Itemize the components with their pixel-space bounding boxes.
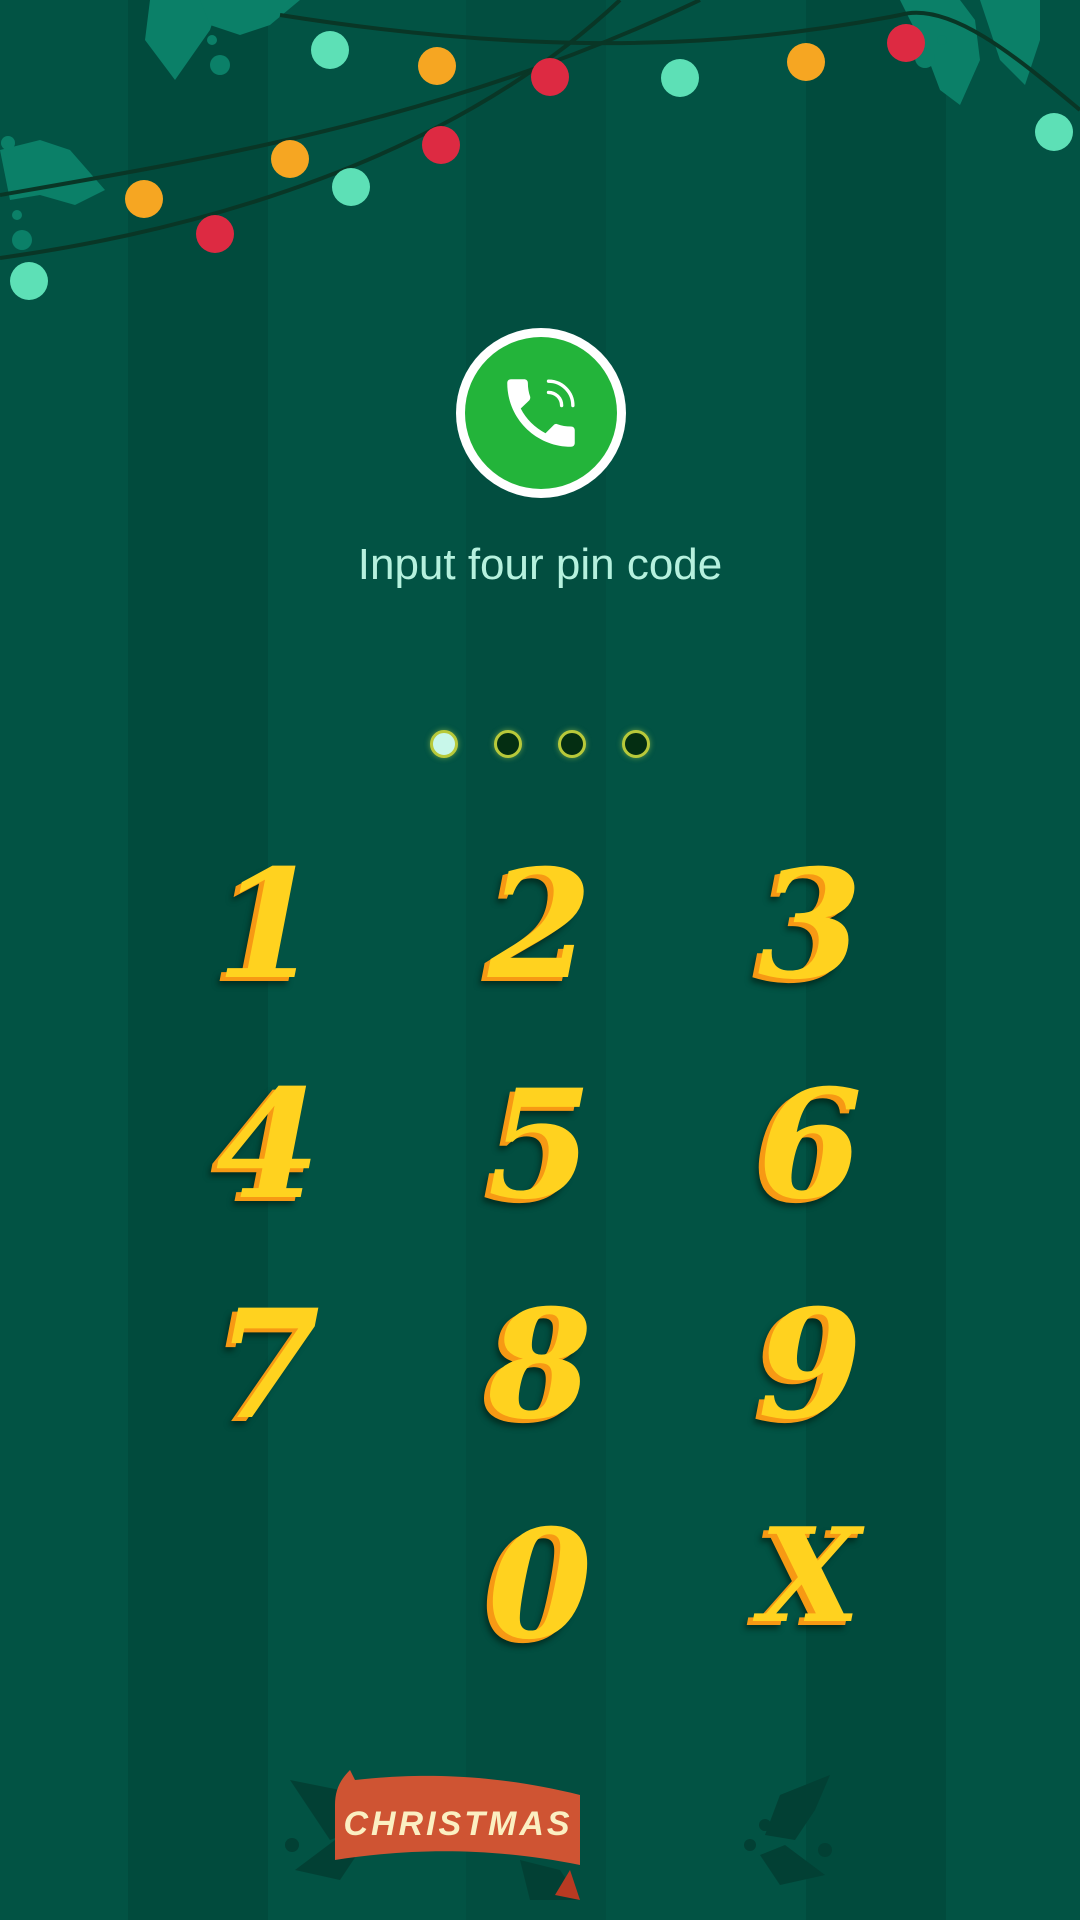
key-3[interactable]: 3 (710, 835, 910, 1015)
key-9[interactable]: 9 (710, 1275, 910, 1455)
key-0[interactable]: 0 (440, 1495, 640, 1675)
key-2[interactable]: 2 (440, 835, 640, 1015)
banner-text: CHRISTMAS (343, 1805, 572, 1843)
key-6[interactable]: 6 (710, 1055, 910, 1235)
key-1[interactable]: 1 (168, 835, 368, 1015)
delete-button[interactable]: X (710, 1485, 910, 1665)
key-4[interactable]: 4 (168, 1055, 368, 1235)
key-7[interactable]: 7 (168, 1275, 368, 1455)
keypad: 1 2 3 4 5 6 7 8 9 0 X (0, 0, 1080, 1700)
christmas-banner: CHRISTMAS (285, 1770, 832, 1900)
key-5[interactable]: 5 (440, 1055, 640, 1235)
key-8[interactable]: 8 (440, 1275, 640, 1455)
